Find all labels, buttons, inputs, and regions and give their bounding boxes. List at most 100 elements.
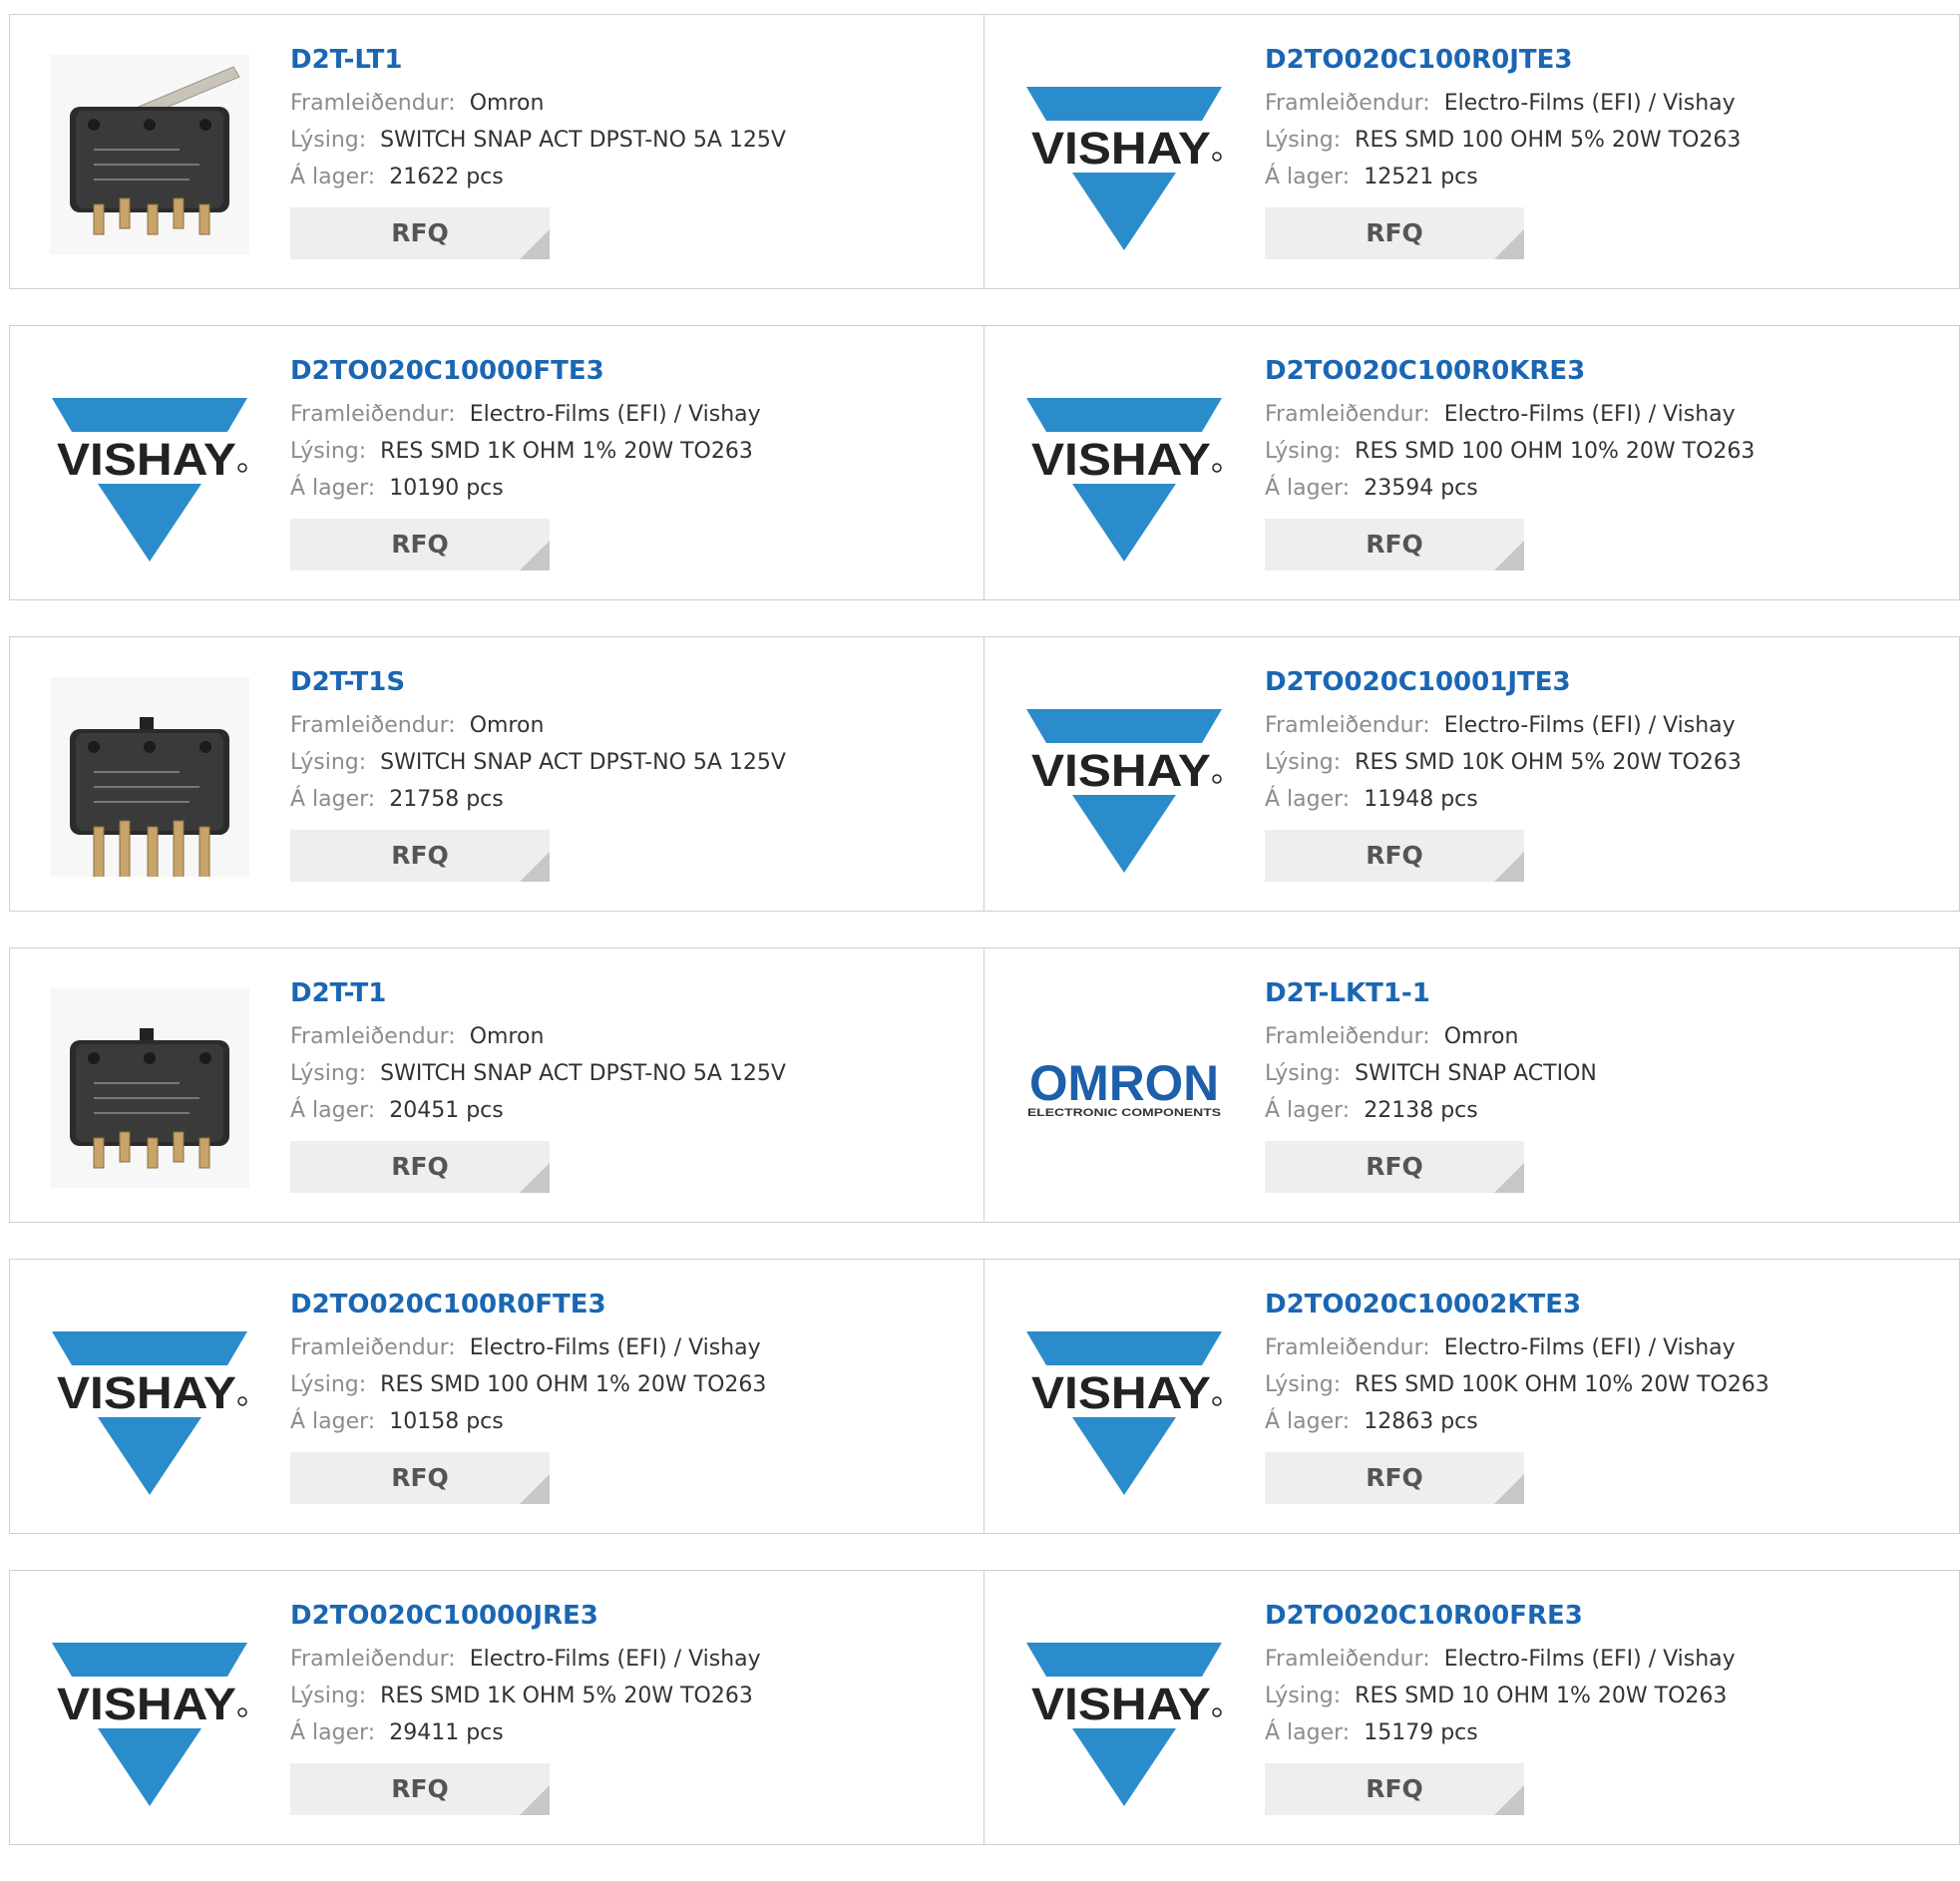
vishay-logo-text: VISHAY [1031, 1679, 1211, 1729]
manufacturer-row: Framleiðendur: Electro-Films (EFI) / Vish… [1265, 1329, 1949, 1366]
part-number-link[interactable]: D2T-T1 [290, 978, 974, 1008]
manufacturer-value: Omron [469, 1024, 545, 1049]
rfq-button[interactable]: RFQ [1265, 207, 1524, 259]
product-info: D2TO020C10002KTE3 Framleiðendur: Electro-F… [1265, 1290, 1949, 1504]
vishay-logo-text: VISHAY [1031, 745, 1211, 796]
stock-value: 12863 pcs [1364, 1409, 1478, 1434]
part-number-link[interactable]: D2TO020C10002KTE3 [1265, 1290, 1949, 1319]
rfq-button[interactable]: RFQ [1265, 830, 1524, 882]
stock-label: Á lager: [1265, 1098, 1351, 1123]
manufacturer-value: Electro-Films (EFI) / Vishay [1443, 91, 1736, 116]
manufacturer-value: Electro-Films (EFI) / Vishay [1443, 1335, 1736, 1360]
product-image-link[interactable] [50, 55, 249, 254]
part-number-link[interactable]: D2TO020C10R00FRE3 [1265, 1601, 1949, 1631]
description-row: Lýsing: RES SMD 100 OHM 10% 20W TO263 [1265, 433, 1949, 470]
product-card: VISHAY D2TO020C100R0FTE3 Framleiðendur: Ele… [9, 1259, 984, 1534]
corner-triangle-icon [520, 1785, 550, 1815]
rfq-button[interactable]: RFQ [290, 1452, 550, 1504]
product-grid: D2T-LT1 Framleiðendur: Omron Lýsing: SWITCH … [9, 14, 1960, 1881]
omron-logo-subtext: ELECTRONIC COMPONENTS [1027, 1107, 1221, 1119]
product-image-link[interactable]: VISHAY [1024, 366, 1224, 565]
stock-label: Á lager: [290, 165, 376, 189]
snap-switch-icon [50, 55, 249, 254]
manufacturer-row: Framleiðendur: Electro-Films (EFI) / Vish… [290, 1641, 974, 1678]
vishay-logo-text: VISHAY [1031, 123, 1211, 174]
rfq-button[interactable]: RFQ [290, 830, 550, 882]
part-number-link[interactable]: D2TO020C10000JRE3 [290, 1601, 974, 1631]
stock-row: Á lager: 10158 pcs [290, 1403, 974, 1440]
rfq-button[interactable]: RFQ [290, 1141, 550, 1193]
manufacturer-row: Framleiðendur: Omron [1265, 1018, 1949, 1055]
omron-logo-text: OMRON [1029, 1055, 1219, 1111]
product-image-link[interactable]: VISHAY [50, 366, 249, 565]
part-number-link[interactable]: D2T-LKT1-1 [1265, 978, 1949, 1008]
rfq-button[interactable]: RFQ [290, 519, 550, 570]
manufacturer-row: Framleiðendur: Electro-Films (EFI) / Vish… [1265, 85, 1949, 122]
product-image-link[interactable] [50, 988, 249, 1188]
rfq-button[interactable]: RFQ [290, 1763, 550, 1815]
vishay-logo-text: VISHAY [1031, 1367, 1211, 1418]
part-number-link[interactable]: D2TO020C100R0KRE3 [1265, 356, 1949, 386]
description-label: Lýsing: [290, 1684, 367, 1708]
rfq-button-label: RFQ [1366, 1463, 1423, 1492]
manufacturer-row: Framleiðendur: Electro-Films (EFI) / Vish… [1265, 707, 1949, 744]
product-image-link[interactable]: VISHAY [1024, 1611, 1224, 1810]
stock-label: Á lager: [1265, 1409, 1351, 1434]
rfq-button[interactable]: RFQ [290, 207, 550, 259]
product-image-link[interactable]: VISHAY [1024, 677, 1224, 877]
rfq-button-label: RFQ [391, 841, 449, 870]
part-number-link[interactable]: D2TO020C100R0JTE3 [1265, 45, 1949, 75]
product-image-link[interactable]: VISHAY [1024, 55, 1224, 254]
stock-label: Á lager: [1265, 1720, 1351, 1745]
stock-value: 21758 pcs [389, 787, 504, 812]
product-image-link[interactable]: VISHAY [1024, 1300, 1224, 1499]
part-number-link[interactable]: D2TO020C10001JTE3 [1265, 667, 1949, 697]
description-label: Lýsing: [290, 750, 367, 775]
product-image-link[interactable]: VISHAY [50, 1300, 249, 1499]
product-info: D2T-T1 Framleiðendur: Omron Lýsing: SWITCH S… [290, 978, 974, 1193]
manufacturer-value: Omron [469, 91, 545, 116]
manufacturer-row: Framleiðendur: Omron [290, 85, 974, 122]
manufacturer-row: Framleiðendur: Electro-Films (EFI) / Vish… [1265, 396, 1949, 433]
manufacturer-label: Framleiðendur: [290, 1335, 456, 1360]
product-card: VISHAY D2TO020C10001JTE3 Framleiðendur: Ele… [984, 636, 1960, 912]
corner-triangle-icon [520, 1474, 550, 1504]
manufacturer-label: Framleiðendur: [290, 402, 456, 427]
manufacturer-value: Electro-Films (EFI) / Vishay [1443, 402, 1736, 427]
description-label: Lýsing: [1265, 750, 1342, 775]
rfq-button[interactable]: RFQ [1265, 1763, 1524, 1815]
vishay-logo-text: VISHAY [57, 434, 236, 485]
stock-row: Á lager: 22138 pcs [1265, 1092, 1949, 1129]
rfq-button-label: RFQ [391, 530, 449, 559]
stock-value: 15179 pcs [1364, 1720, 1478, 1745]
rfq-button[interactable]: RFQ [1265, 519, 1524, 570]
product-info: D2TO020C10000JRE3 Framleiðendur: Electro-F… [290, 1601, 974, 1815]
product-card: D2T-T1 Framleiðendur: Omron Lýsing: SWITCH S… [9, 947, 984, 1223]
rfq-button[interactable]: RFQ [1265, 1452, 1524, 1504]
part-number-link[interactable]: D2T-T1S [290, 667, 974, 697]
part-number-link[interactable]: D2TO020C100R0FTE3 [290, 1290, 974, 1319]
manufacturer-label: Framleiðendur: [1265, 1647, 1430, 1672]
description-row: Lýsing: RES SMD 1K OHM 5% 20W TO263 [290, 1678, 974, 1714]
part-number-link[interactable]: D2TO020C10000FTE3 [290, 356, 974, 386]
product-row: VISHAY D2TO020C10000FTE3 Framleiðendur: Ele… [9, 325, 1960, 600]
stock-row: Á lager: 12863 pcs [1265, 1403, 1949, 1440]
stock-row: Á lager: 21758 pcs [290, 781, 974, 818]
rfq-button[interactable]: RFQ [1265, 1141, 1524, 1193]
stock-row: Á lager: 23594 pcs [1265, 470, 1949, 507]
rfq-button-label: RFQ [1366, 841, 1423, 870]
part-number-link[interactable]: D2T-LT1 [290, 45, 974, 75]
manufacturer-label: Framleiðendur: [290, 91, 456, 116]
rfq-button-label: RFQ [1366, 1152, 1423, 1181]
description-value: RES SMD 100 OHM 10% 20W TO263 [1355, 439, 1756, 464]
product-image-link[interactable]: OMRON ELECTRONIC COMPONENTS [1024, 988, 1224, 1188]
corner-triangle-icon [1494, 1474, 1524, 1504]
product-image-link[interactable]: VISHAY [50, 1611, 249, 1810]
description-row: Lýsing: SWITCH SNAP ACT DPST-NO 5A 125V [290, 744, 974, 781]
product-image-link[interactable] [50, 677, 249, 877]
corner-triangle-icon [1494, 1163, 1524, 1193]
stock-row: Á lager: 11948 pcs [1265, 781, 1949, 818]
rfq-button-label: RFQ [391, 1152, 449, 1181]
description-row: Lýsing: SWITCH SNAP ACTION [1265, 1055, 1949, 1092]
stock-value: 10158 pcs [389, 1409, 504, 1434]
